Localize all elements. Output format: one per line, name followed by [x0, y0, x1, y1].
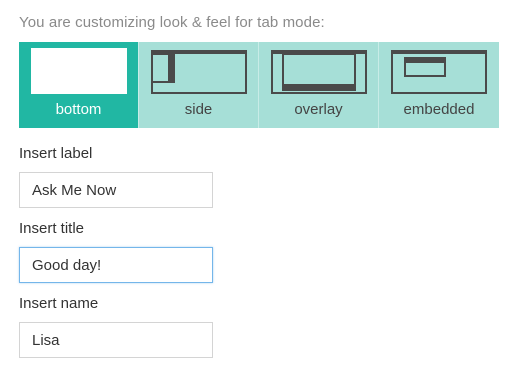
- mode-label-side: side: [184, 101, 213, 118]
- mode-selector: bottom side overlay embedded: [19, 42, 499, 128]
- mode-label-embedded: embedded: [403, 101, 475, 118]
- intro-text: You are customizing look & feel for tab …: [19, 14, 325, 31]
- mode-tab-side[interactable]: side: [139, 42, 259, 128]
- bottom-mode-icon: [31, 48, 127, 94]
- insert-label-input[interactable]: [19, 172, 213, 208]
- insert-name-title: Insert name: [19, 295, 99, 312]
- insert-title-input[interactable]: [19, 247, 213, 283]
- insert-title-title: Insert title: [19, 220, 85, 237]
- side-mode-icon: [151, 50, 247, 94]
- mode-tab-embedded[interactable]: embedded: [379, 42, 499, 128]
- mode-tab-bottom[interactable]: bottom: [19, 42, 139, 128]
- tab-mode-customizer: You are customizing look & feel for tab …: [0, 0, 515, 371]
- insert-name-input[interactable]: [19, 322, 213, 358]
- overlay-mode-icon: [271, 50, 367, 94]
- embedded-mode-icon: [391, 50, 487, 94]
- insert-label-title: Insert label: [19, 145, 93, 162]
- mode-label-bottom: bottom: [55, 101, 102, 118]
- mode-label-overlay: overlay: [294, 101, 343, 118]
- mode-tab-overlay[interactable]: overlay: [259, 42, 379, 128]
